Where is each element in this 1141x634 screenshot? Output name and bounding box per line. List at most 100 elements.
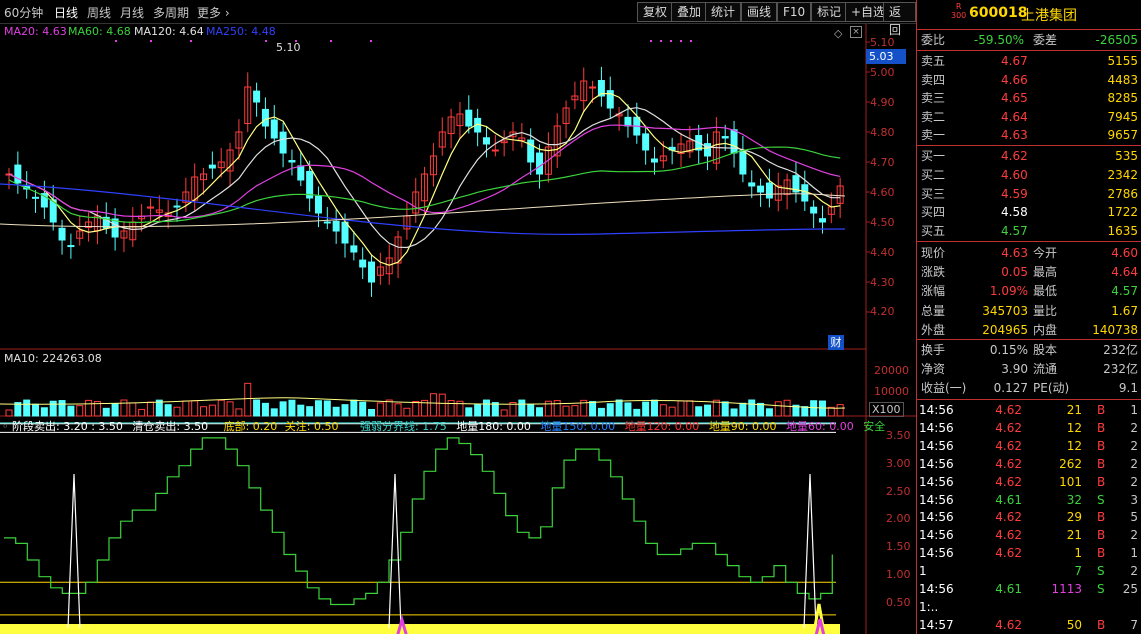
tick-row[interactable]: 14:56 4.62 21 B 2 bbox=[917, 526, 1141, 544]
period-week[interactable]: 周线 bbox=[87, 4, 111, 21]
volume-bar bbox=[633, 408, 641, 417]
quote-label: 涨跌 bbox=[921, 265, 946, 280]
kline-chart[interactable] bbox=[0, 24, 916, 634]
price-axis-label: 4.90 bbox=[870, 96, 895, 109]
back-button[interactable]: 返回 bbox=[883, 2, 916, 37]
bid-label: 买四 bbox=[921, 205, 946, 220]
signal-dot bbox=[680, 40, 682, 42]
fuquan-button[interactable]: 复权 bbox=[637, 2, 674, 22]
volume-bar bbox=[624, 402, 632, 417]
quote-row: 涨跌 0.05 最高 4.64 bbox=[917, 263, 1141, 281]
volume-bar bbox=[677, 400, 685, 417]
volume-bar bbox=[527, 403, 535, 417]
fund-value: 232亿 bbox=[1103, 362, 1138, 377]
volume-bar bbox=[368, 408, 376, 417]
volume-bar bbox=[429, 393, 437, 417]
settings-dot-icon[interactable]: ◦ bbox=[2, 420, 9, 433]
tick-price: 4.61 bbox=[995, 582, 1022, 596]
volume-bar bbox=[76, 405, 84, 417]
tick-side: B bbox=[1097, 528, 1106, 543]
ask-price: 4.67 bbox=[1001, 54, 1028, 68]
tick-volume: 101 bbox=[1059, 474, 1082, 489]
tick-count: 7 bbox=[1130, 617, 1138, 632]
tick-row[interactable]: 14:56 4.61 32 S 3 bbox=[917, 491, 1141, 509]
tick-row[interactable]: 14:57 4.62 50 B 7 bbox=[917, 616, 1141, 634]
tick-time: 14:56 bbox=[919, 510, 954, 525]
candle-body bbox=[350, 245, 358, 253]
period-month[interactable]: 月线 bbox=[120, 4, 144, 21]
candle-body bbox=[757, 185, 765, 193]
candle-body bbox=[642, 133, 650, 151]
bid-price: 4.57 bbox=[1001, 224, 1028, 239]
tick-price: 4.62 bbox=[995, 420, 1022, 435]
ask-price: 4.66 bbox=[1001, 72, 1028, 87]
finance-badge[interactable]: 财 bbox=[828, 335, 844, 350]
tick-row[interactable]: 14:56 4.62 12 B 2 bbox=[917, 419, 1141, 437]
tick-price: 4.62 bbox=[995, 403, 1022, 417]
fund-value: 3.90 bbox=[1001, 362, 1028, 377]
tick-row[interactable]: 14:56 4.62 12 B 2 bbox=[917, 437, 1141, 455]
ask-price: 4.63 bbox=[1001, 128, 1028, 142]
ask-row: 卖五 4.67 5155 bbox=[917, 52, 1141, 70]
volume-bar bbox=[208, 404, 216, 417]
chevron-right-icon: › bbox=[221, 6, 230, 20]
tick-row[interactable]: 1:.. bbox=[917, 598, 1141, 616]
volume-bar bbox=[173, 406, 181, 417]
f10-button[interactable]: F10 bbox=[777, 2, 812, 22]
close-icon[interactable]: × bbox=[850, 26, 862, 38]
period-day[interactable]: 日线 bbox=[54, 4, 78, 21]
tick-time: 1:.. bbox=[919, 599, 939, 614]
period-multi[interactable]: 多周期 bbox=[153, 4, 189, 21]
tick-row[interactable]: 14:56 4.62 101 B 2 bbox=[917, 473, 1141, 491]
signal-dot bbox=[115, 40, 117, 42]
diamond-icon[interactable]: ◇ bbox=[834, 27, 842, 40]
quote-label: 最高 bbox=[1033, 265, 1058, 280]
divider bbox=[917, 29, 1141, 30]
tick-count: 1 bbox=[1130, 546, 1138, 561]
tick-row[interactable]: 14:56 4.62 21 B 1 bbox=[917, 401, 1141, 419]
tick-row[interactable]: 14:56 4.62 262 B 2 bbox=[917, 455, 1141, 473]
tick-row[interactable]: 14:56 4.62 29 B 5 bbox=[917, 508, 1141, 526]
volume-bar bbox=[695, 406, 703, 417]
quote-label: 最低 bbox=[1033, 284, 1058, 299]
tick-price: 4.62 bbox=[995, 546, 1022, 561]
legend-jieduan: 阶段卖出: 3.20 : 3.50 bbox=[12, 420, 123, 433]
high-mark-label: 5.10 bbox=[276, 41, 301, 54]
ask-label: 卖五 bbox=[921, 54, 946, 68]
mark-button[interactable]: 标记 bbox=[811, 2, 848, 22]
volume-bar bbox=[40, 407, 48, 417]
tick-row[interactable]: 14:56 4.62 1 B 1 bbox=[917, 544, 1141, 562]
divider bbox=[917, 339, 1141, 340]
tick-time: 14:56 bbox=[919, 492, 954, 507]
tick-row[interactable]: 1 7S 2 bbox=[917, 562, 1141, 580]
tick-side: B bbox=[1097, 617, 1106, 632]
volume-bar bbox=[85, 399, 93, 417]
candle-body bbox=[482, 137, 490, 145]
candle-body bbox=[491, 149, 499, 152]
volume-bar bbox=[217, 399, 225, 417]
signal-dot bbox=[370, 40, 372, 42]
bid-price: 4.62 bbox=[1001, 149, 1028, 163]
fund-value: 232亿 bbox=[1103, 343, 1138, 357]
overlay-button[interactable]: 叠加 bbox=[671, 2, 708, 22]
stats-button[interactable]: 统计 bbox=[705, 2, 742, 22]
stock-header: R 300 600018 上港集团 bbox=[917, 0, 1141, 28]
tick-row[interactable]: 14:56 4.61 1113 S 25 bbox=[917, 580, 1141, 598]
tick-side: B bbox=[1097, 438, 1106, 453]
tick-volume: 262 bbox=[1059, 456, 1082, 471]
signal-dot bbox=[150, 40, 152, 42]
quote-row: 外盘 204965 内盘 140738 bbox=[917, 321, 1141, 339]
period-more[interactable]: 更多 › bbox=[197, 4, 230, 21]
volume-bar bbox=[376, 402, 384, 417]
volume-bar bbox=[261, 402, 269, 417]
period-60min[interactable]: 60分钟 bbox=[4, 4, 43, 21]
draw-button[interactable]: 画线 bbox=[741, 2, 778, 22]
quote-row: 现价 4.63 今开 4.60 bbox=[917, 244, 1141, 262]
tick-volume: 7 bbox=[1074, 564, 1082, 579]
legend-dibu: 底部: 0.20 bbox=[223, 420, 278, 433]
volume-bar bbox=[394, 403, 402, 417]
legend-diliang60: 地量60: 0.00 bbox=[786, 420, 854, 433]
divider bbox=[917, 50, 1141, 51]
price-axis-label: 4.40 bbox=[870, 246, 895, 259]
period-more-label[interactable]: 更多 bbox=[197, 6, 221, 20]
